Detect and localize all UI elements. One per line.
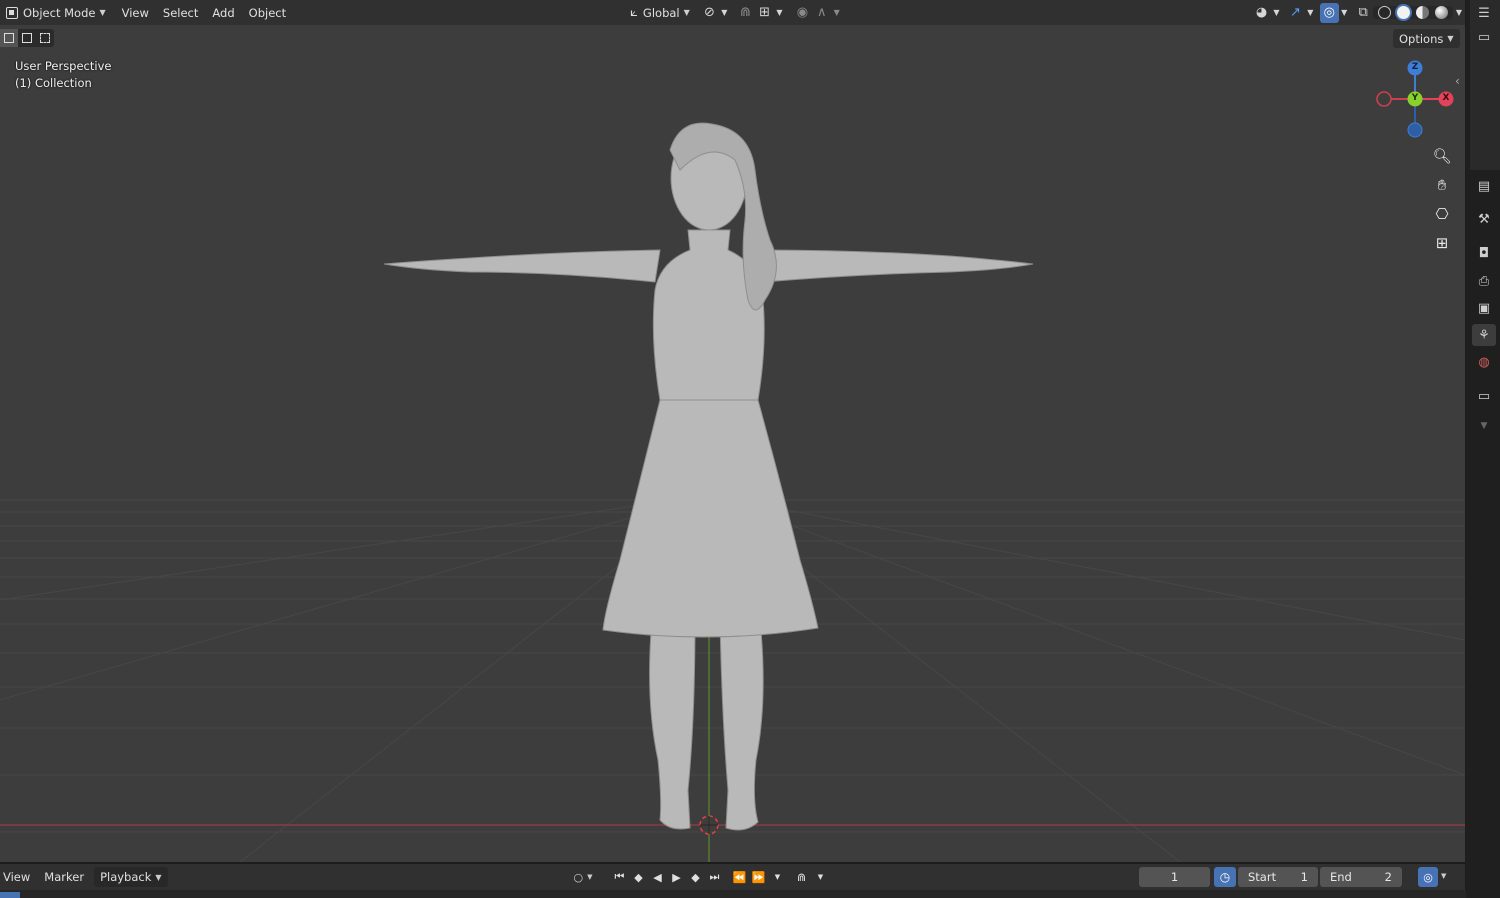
menu-add[interactable]: Add [206,3,240,23]
chevron-down-icon[interactable]: ▼ [774,3,785,23]
start-value: 1 [1300,870,1308,884]
world-properties-icon[interactable]: ◍ [1472,351,1496,373]
jump-keyframe-back-icon[interactable]: ◆ [629,867,648,887]
view-layer-properties-icon[interactable]: ▣ [1472,297,1496,319]
rendered-shading-icon[interactable] [1434,6,1448,19]
outliner-editor-icon[interactable]: ☰ [1472,2,1496,24]
wireframe-shading-icon[interactable] [1377,6,1391,19]
hand-pan-icon[interactable]: ✋︎ [1429,172,1455,198]
keyframe-nav-group: ⏪ ⏩ ▼ [730,867,787,887]
current-frame-field[interactable]: 1 [1139,867,1210,887]
orientation-icon: ⟀ [630,5,638,20]
snap-target-icon[interactable]: ⊞ [755,3,774,23]
playback-label: Playback [100,870,152,884]
gizmo-y-label[interactable]: Y [1410,93,1420,103]
chevron-down-icon: ▼ [155,872,162,882]
select-new-icon[interactable] [0,29,18,47]
options-label: Options [1399,31,1444,46]
menu-view[interactable]: View [116,3,155,23]
scene-properties-icon[interactable]: ⚘ [1472,324,1496,346]
grid-ortho-icon[interactable]: ⊞ [1429,230,1455,256]
chevron-down-icon[interactable]: ▼ [1305,3,1316,23]
chevron-down-icon[interactable]: ▼ [1271,3,1282,23]
orientation-label: Global [642,5,680,20]
selection-mode-group [0,29,54,47]
collection-label: (1) Collection [15,76,92,90]
render-properties-icon[interactable]: ◘ [1472,242,1496,264]
menu-select[interactable]: Select [157,3,204,23]
pivot-point-icon[interactable]: ⊘ [700,3,719,23]
play-icon[interactable]: ▶ [667,867,686,887]
chevron-down-icon[interactable]: ▼ [1472,415,1496,437]
playback-controls: ⏮ ◆ ◀ ▶ ◆ ⏭ [610,867,724,887]
properties-editor-icon[interactable]: ▤ [1472,175,1496,197]
jump-end-icon[interactable]: ⏭ [705,867,724,887]
mode-label: Object Mode [23,5,96,20]
collection-properties-icon[interactable]: ▭ [1472,385,1496,407]
xray-toggle-icon[interactable]: ⧉ [1353,3,1372,23]
chevron-down-icon[interactable]: ▼ [768,867,787,887]
preview-range-clock-icon[interactable]: ◷ [1214,867,1236,887]
solid-shading-icon[interactable] [1396,6,1410,19]
snap-icon[interactable]: ⋒ [792,867,811,887]
chevron-down-icon[interactable]: ▼ [811,867,830,887]
end-value: 2 [1384,870,1392,884]
filter-icon[interactable]: ▭ [1472,26,1496,48]
play-reverse-icon[interactable]: ◀ [648,867,667,887]
menu-object[interactable]: Object [243,3,292,23]
proportional-editing-icon[interactable]: ◉ [793,3,812,23]
gizmo-toggle-icon[interactable]: ↗ [1286,3,1305,23]
snapping-group: ⋒ ▼ [792,867,830,887]
timeline-header: View Marker Playback ▼ ○ ▼ ⏮ ◆ ◀ ▶ ◆ ⏭ ⏪ … [0,864,1465,890]
material-preview-icon[interactable] [1415,6,1429,19]
select-subtract-icon[interactable] [36,29,54,47]
timeline-overlays-icon[interactable]: ◎ [1418,867,1438,887]
camera-icon[interactable]: ⎔ [1429,201,1455,227]
chevron-down-icon[interactable]: ▼ [1441,872,1446,880]
chevron-down-icon: ▼ [683,8,690,17]
mode-dropdown[interactable]: Object Mode ▼ [2,3,110,23]
viewport-header: Object Mode ▼ View Select Add Object ⟀ G… [0,0,1465,25]
start-frame-field[interactable]: Start 1 [1238,867,1318,887]
next-keyframe-icon[interactable]: ⏩ [749,867,768,887]
chevron-down-icon[interactable]: ▼ [1453,3,1465,23]
gizmo-z-label[interactable]: Z [1410,62,1420,72]
object-mode-icon [6,6,18,19]
sidebar-toggle-icon[interactable]: ‹ [1455,74,1460,88]
end-label: End [1330,870,1352,884]
chevron-down-icon: ▼ [1447,34,1454,43]
auto-keying-icon[interactable]: ○ ▼ [568,867,598,887]
jump-start-icon[interactable]: ⏮ [610,867,629,887]
chevron-down-icon[interactable]: ▼ [719,3,730,23]
start-label: Start [1248,870,1277,884]
3d-viewport[interactable]: Z Y X [0,0,1465,862]
end-frame-field[interactable]: End 2 [1320,867,1402,887]
chevron-down-icon[interactable]: ▼ [831,3,842,23]
timeline-ruler[interactable] [0,890,1466,898]
select-extend-icon[interactable] [18,29,36,47]
zoom-icon[interactable]: 🔍︎ [1429,143,1455,169]
chevron-down-icon[interactable]: ▼ [1339,3,1350,23]
timeline-menu-marker[interactable]: Marker [38,867,90,887]
output-properties-icon[interactable]: ⎙ [1472,270,1496,292]
floor-grid [0,60,1465,862]
shading-mode-group [1372,6,1453,19]
tool-properties-icon[interactable]: ⚒ [1472,208,1496,230]
snap-magnet-icon[interactable]: ⋒ [736,3,755,23]
gizmo-x-label[interactable]: X [1441,93,1451,103]
playback-dropdown[interactable]: Playback ▼ [94,867,168,887]
options-dropdown[interactable]: Options ▼ [1393,29,1460,48]
falloff-curve-icon[interactable]: ∧ [812,3,831,23]
overlays-icon[interactable]: ◎ [1319,2,1339,23]
visibility-selectability-icon[interactable]: ◕ [1252,3,1271,23]
chevron-down-icon: ▼ [99,8,106,17]
timeline-menu-view[interactable]: View [0,867,36,887]
perspective-label: User Perspective [15,59,112,73]
playhead-marker[interactable] [0,892,20,898]
jump-keyframe-forward-icon[interactable]: ◆ [686,867,705,887]
prev-keyframe-icon[interactable]: ⏪ [730,867,749,887]
transform-orientation-dropdown[interactable]: ⟀ Global ▼ [624,3,696,23]
